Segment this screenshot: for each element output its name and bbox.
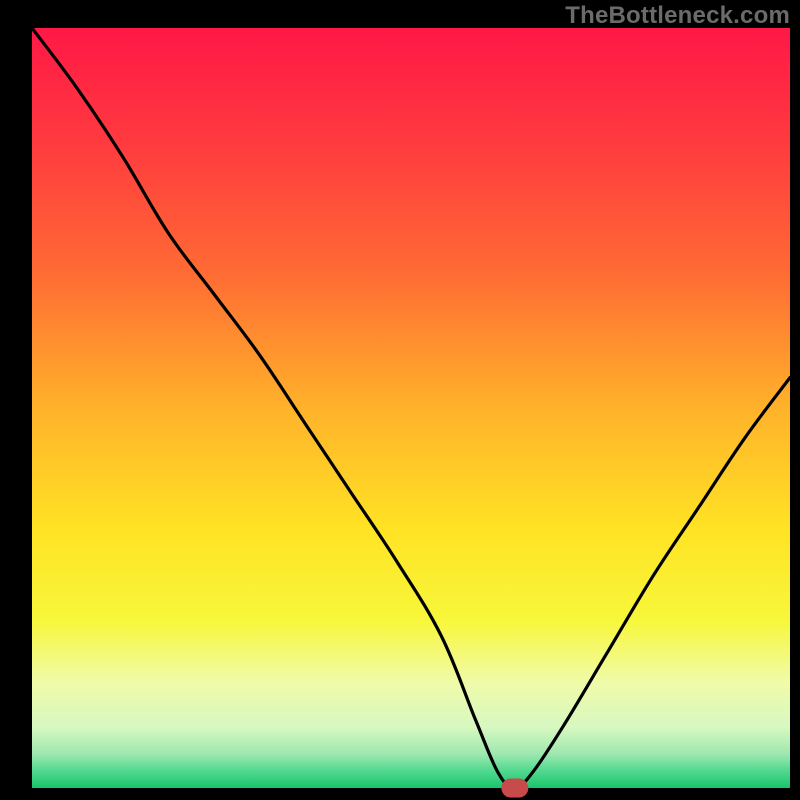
chart-canvas [0, 0, 800, 800]
optimum-marker [502, 779, 528, 797]
watermark-text: TheBottleneck.com [565, 2, 790, 30]
bottleneck-chart: TheBottleneck.com [0, 0, 800, 800]
plot-area [32, 28, 790, 788]
